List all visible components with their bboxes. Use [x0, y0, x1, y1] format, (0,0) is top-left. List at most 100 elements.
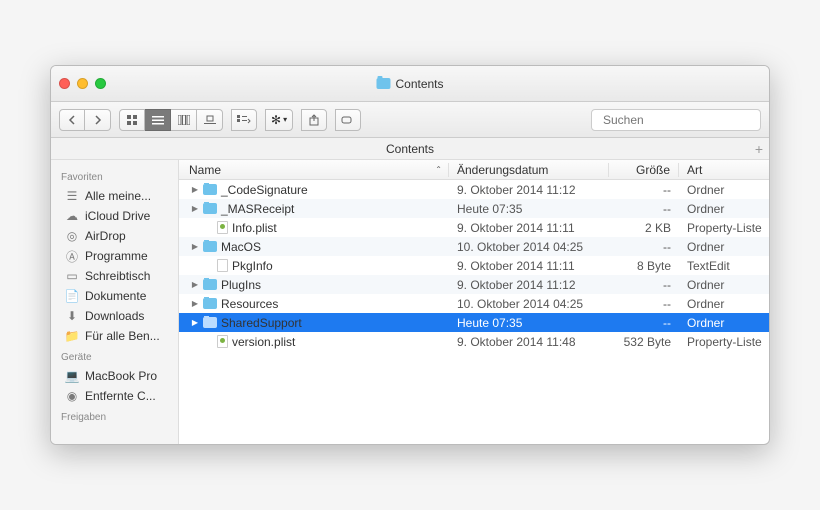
sidebar-item[interactable]: ▭Schreibtisch: [51, 266, 178, 286]
sidebar-item-label: iCloud Drive: [85, 209, 150, 223]
file-kind: Ordner: [679, 240, 769, 254]
plist-icon: [217, 335, 228, 348]
all-files-icon: ☰: [65, 189, 79, 203]
column-name-header[interactable]: Name⌃: [179, 163, 449, 177]
file-kind: Ordner: [679, 202, 769, 216]
file-size: --: [609, 316, 679, 330]
disclosure-triangle-icon[interactable]: ▶: [191, 242, 199, 251]
sidebar-item-label: AirDrop: [85, 229, 126, 243]
file-row[interactable]: ▶_CodeSignature9. Oktober 2014 11:12--Or…: [179, 180, 769, 199]
sidebar: Favoriten☰Alle meine... ☁ iCloud Drive ◎ Air…: [51, 160, 179, 444]
plist-icon: [217, 221, 228, 234]
documents-icon: 📄: [65, 289, 79, 303]
airdrop-icon: ◎: [65, 229, 79, 243]
file-row[interactable]: ▶SharedSupportHeute 07:35--Ordner: [179, 313, 769, 332]
file-date: 9. Oktober 2014 11:11: [449, 259, 609, 273]
file-size: --: [609, 183, 679, 197]
sidebar-section-header: Geräte: [51, 346, 178, 366]
nav-buttons: [59, 109, 111, 131]
file-row[interactable]: version.plist9. Oktober 2014 11:48532 By…: [179, 332, 769, 351]
search-input[interactable]: [603, 113, 758, 127]
minimize-button[interactable]: [77, 78, 88, 89]
window-title-text: Contents: [395, 77, 443, 91]
list-view-button[interactable]: [145, 109, 171, 131]
downloads-icon: ⬇: [65, 309, 79, 323]
sidebar-item[interactable]: Ⓐ Programme: [51, 246, 178, 266]
sidebar-item[interactable]: ☰Alle meine...: [51, 186, 178, 206]
file-name: Resources: [221, 297, 278, 311]
file-name: version.plist: [232, 335, 295, 349]
sidebar-section-header: Favoriten: [51, 166, 178, 186]
coverflow-view-button[interactable]: [197, 109, 223, 131]
file-date: 9. Oktober 2014 11:11: [449, 221, 609, 235]
tags-button[interactable]: [335, 109, 361, 131]
file-row[interactable]: ▶PlugIns9. Oktober 2014 11:12--Ordner: [179, 275, 769, 294]
sidebar-item[interactable]: ◎ AirDrop: [51, 226, 178, 246]
applications-icon: Ⓐ: [65, 249, 79, 263]
sidebar-item-label: Dokumente: [85, 289, 146, 303]
column-date-header[interactable]: Änderungsdatum: [449, 163, 609, 177]
file-row[interactable]: ▶MacOS10. Oktober 2014 04:25--Ordner: [179, 237, 769, 256]
finder-window: Contents ✻▾ Contents: [50, 65, 770, 445]
sidebar-item-label: Downloads: [85, 309, 144, 323]
file-name: Info.plist: [232, 221, 277, 235]
sidebar-item[interactable]: ◉Entfernte C...: [51, 386, 178, 406]
sidebar-item[interactable]: 📄 Dokumente: [51, 286, 178, 306]
disclosure-triangle-icon[interactable]: ▶: [191, 204, 199, 213]
zoom-button[interactable]: [95, 78, 106, 89]
file-date: 9. Oktober 2014 11:12: [449, 183, 609, 197]
sidebar-item[interactable]: ☁ iCloud Drive: [51, 206, 178, 226]
close-button[interactable]: [59, 78, 70, 89]
column-headers: Name⌃ Änderungsdatum Größe Art: [179, 160, 769, 180]
disc-icon: ◉: [65, 389, 79, 403]
sidebar-item[interactable]: 💻MacBook Pro: [51, 366, 178, 386]
sidebar-item-label: Programme: [85, 249, 148, 263]
search-field[interactable]: [591, 109, 761, 131]
disclosure-triangle-icon[interactable]: ▶: [191, 185, 199, 194]
file-size: 2 KB: [609, 221, 679, 235]
file-date: Heute 07:35: [449, 202, 609, 216]
folder-icon: [203, 298, 217, 309]
share-button[interactable]: [301, 109, 327, 131]
disclosure-triangle-icon[interactable]: ▶: [191, 280, 199, 289]
new-tab-button[interactable]: +: [755, 141, 763, 157]
cloud-icon: ☁: [65, 209, 79, 223]
disclosure-triangle-icon[interactable]: ▶: [191, 318, 199, 327]
sidebar-item[interactable]: ⬇ Downloads: [51, 306, 178, 326]
icon-view-button[interactable]: [119, 109, 145, 131]
file-row[interactable]: ▶Resources10. Oktober 2014 04:25--Ordner: [179, 294, 769, 313]
forward-button[interactable]: [85, 109, 111, 131]
column-view-button[interactable]: [171, 109, 197, 131]
action-button[interactable]: ✻▾: [265, 109, 293, 131]
back-button[interactable]: [59, 109, 85, 131]
file-name: MacOS: [221, 240, 261, 254]
file-kind: TextEdit: [679, 259, 769, 273]
titlebar[interactable]: Contents: [51, 66, 769, 102]
tab-bar: Contents +: [51, 138, 769, 160]
file-row[interactable]: ▶_MASReceiptHeute 07:35--Ordner: [179, 199, 769, 218]
window-title: Contents: [376, 77, 443, 91]
arrange-button[interactable]: [231, 109, 257, 131]
file-row[interactable]: Info.plist9. Oktober 2014 11:112 KBPrope…: [179, 218, 769, 237]
folder-icon: [203, 279, 217, 290]
file-size: --: [609, 278, 679, 292]
file-row[interactable]: PkgInfo9. Oktober 2014 11:118 ByteTextEd…: [179, 256, 769, 275]
file-name: SharedSupport: [221, 316, 302, 330]
folder-icon: [203, 317, 217, 328]
file-name: _CodeSignature: [221, 183, 308, 197]
folder-icon: 📁: [65, 329, 79, 343]
disclosure-triangle-icon[interactable]: ▶: [191, 299, 199, 308]
file-date: 10. Oktober 2014 04:25: [449, 297, 609, 311]
column-size-header[interactable]: Größe: [609, 163, 679, 177]
folder-icon: [376, 78, 390, 89]
folder-icon: [203, 241, 217, 252]
file-icon: [217, 259, 228, 272]
file-date: 9. Oktober 2014 11:12: [449, 278, 609, 292]
sidebar-item[interactable]: 📁Für alle Ben...: [51, 326, 178, 346]
tab-label[interactable]: Contents: [386, 142, 434, 156]
file-kind: Ordner: [679, 278, 769, 292]
view-buttons: [119, 109, 223, 131]
folder-icon: [203, 184, 217, 195]
column-kind-header[interactable]: Art: [679, 163, 769, 177]
file-size: --: [609, 202, 679, 216]
